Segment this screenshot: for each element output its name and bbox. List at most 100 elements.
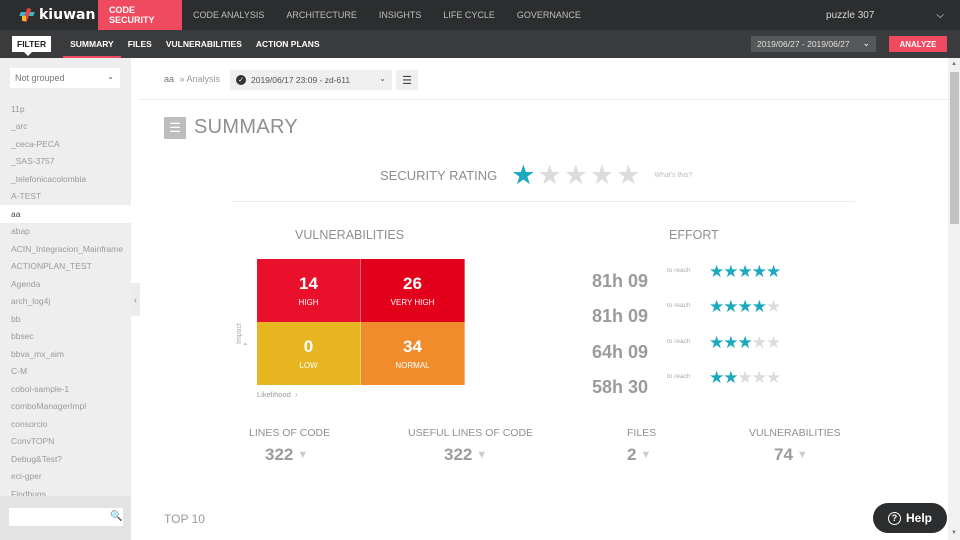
star-icon: ★: [751, 297, 767, 316]
star-icon: ★: [737, 262, 753, 281]
metric-lines-of-code: LINES OF CODE 322 ▼: [249, 427, 330, 465]
analyze-button[interactable]: ANALYZE: [889, 36, 947, 52]
divider: [140, 99, 948, 100]
grouping-select[interactable]: Not grouped ⌄: [10, 68, 120, 88]
star-icon: ★: [751, 368, 767, 387]
star-icon: ★: [766, 297, 781, 316]
scroll-up-arrow-icon[interactable]: ▲: [951, 61, 957, 67]
metric-value[interactable]: 74 ▼: [774, 445, 841, 465]
main-content: aa » Analysis ✓ 2019/06/17 23:09 - zd-61…: [140, 58, 948, 540]
top10-title: TOP 10: [164, 512, 205, 526]
nav-architecture[interactable]: ARCHITECTURE: [275, 0, 368, 30]
star-icon: ★: [737, 297, 753, 316]
date-range-select[interactable]: 2019/06/27 - 2019/06/27 ⌄: [751, 36, 876, 52]
project-item[interactable]: 11p: [0, 100, 131, 118]
project-item[interactable]: _arc: [0, 118, 131, 136]
analysis-value: 2019/06/17 23:09 - zd-611: [251, 75, 351, 85]
project-item[interactable]: bb: [0, 310, 131, 328]
tab-summary[interactable]: SUMMARY: [63, 30, 121, 58]
metric-value[interactable]: 322 ▼: [265, 445, 330, 465]
effort-stars: ★★★★★: [709, 333, 781, 353]
effort-time: 81h 09: [592, 306, 649, 326]
nav-code-analysis[interactable]: CODE ANALYSIS: [182, 0, 275, 30]
cell-low[interactable]: 0 LOW: [257, 322, 361, 385]
search-icon[interactable]: 🔍: [110, 511, 122, 522]
filter-button[interactable]: FILTER: [12, 36, 52, 56]
chevron-left-icon: ‹: [134, 294, 137, 305]
tab-files[interactable]: FILES: [121, 30, 159, 58]
star-icon: ★: [737, 368, 753, 387]
nav-code-security[interactable]: CODE SECURITY: [98, 0, 182, 30]
sidebar: Not grouped ⌄ 11p _arc _ceca-PECA _SAS-3757…: [0, 58, 131, 540]
project-item[interactable]: aa: [0, 205, 131, 223]
chevron-right-icon: ›: [292, 390, 298, 399]
tab-vulnerabilities[interactable]: VULNERABILITIES: [159, 30, 249, 58]
star-icon: ★: [723, 262, 738, 281]
effort-time: 81h 09: [592, 271, 649, 291]
scrollbar[interactable]: ▲ ▼: [948, 58, 960, 540]
cell-high[interactable]: 14 HIGH: [257, 259, 361, 322]
project-item[interactable]: cobol-sample-1: [0, 380, 131, 398]
collapse-sidebar-button[interactable]: ‹: [131, 283, 140, 316]
scroll-thumb[interactable]: [950, 72, 959, 224]
security-rating: SECURITY RATING ★★★★★ What's this?: [380, 162, 692, 189]
project-item[interactable]: ConvTOPN: [0, 433, 131, 451]
caret-down-icon: ▼: [796, 449, 808, 461]
star-icon: ★: [589, 160, 615, 190]
brand-name: kiuwan: [39, 7, 96, 23]
star-icon: ★: [751, 262, 767, 281]
scroll-down-arrow-icon[interactable]: ▼: [951, 530, 957, 536]
project-item[interactable]: arch_log4j: [0, 293, 131, 311]
effort-time: 58h 30: [592, 377, 649, 397]
cell-very-high[interactable]: 26 VERY HIGH: [361, 259, 465, 322]
security-rating-stars: ★★★★★: [511, 162, 642, 189]
project-item[interactable]: Debug&Test?: [0, 450, 131, 468]
metric-value[interactable]: 322 ▼: [444, 445, 533, 465]
project-item[interactable]: eci-gper: [0, 468, 131, 486]
star-icon: ★: [563, 160, 588, 190]
user-menu[interactable]: puzzle 307 ⌵: [826, 0, 944, 30]
sub-bar: FILTER SUMMARY FILES VULNERABILITIES ACT…: [0, 30, 960, 58]
tab-action-plans[interactable]: ACTION PLANS: [249, 30, 327, 58]
project-item[interactable]: _ceca-PECA: [0, 135, 131, 153]
project-item[interactable]: bbsec: [0, 328, 131, 346]
project-item[interactable]: C-M: [0, 363, 131, 381]
metric-vulnerabilities: VULNERABILITIES 74 ▼: [749, 427, 841, 465]
project-item[interactable]: consorcio: [0, 415, 131, 433]
nav-governance[interactable]: GOVERNANCE: [506, 0, 592, 30]
star-icon: ★: [709, 297, 724, 316]
breadcrumb-project[interactable]: aa: [164, 74, 174, 84]
nav-life-cycle[interactable]: LIFE CYCLE: [432, 0, 506, 30]
metric-value-text: 2: [627, 445, 637, 464]
project-item[interactable]: _SAS-3757: [0, 153, 131, 171]
project-search-input[interactable]: [9, 508, 123, 526]
nav-insights[interactable]: INSIGHTS: [368, 0, 433, 30]
metric-value[interactable]: 2 ▼: [627, 445, 656, 465]
project-item[interactable]: comboManagerImpl: [0, 398, 131, 416]
whats-this-link[interactable]: What's this?: [654, 172, 692, 179]
help-button[interactable]: ? Help: [873, 503, 947, 533]
cell-normal[interactable]: 34 NORMAL: [361, 322, 465, 385]
normal-count: 34: [403, 337, 422, 356]
star-icon: ★: [537, 160, 562, 190]
project-item[interactable]: abap: [0, 223, 131, 241]
metric-label: FILES: [627, 427, 657, 439]
project-item[interactable]: A-TEST: [0, 188, 131, 206]
project-item[interactable]: ACTIONPLAN_TEST: [0, 258, 131, 276]
project-item[interactable]: ACIN_Integracion_Mainframe: [0, 240, 131, 258]
high-label: HIGH: [298, 298, 319, 307]
analysis-select[interactable]: ✓ 2019/06/17 23:09 - zd-611 ⌄: [230, 70, 392, 90]
chevron-up-icon: ⌃: [242, 342, 249, 351]
effort-stars: ★★★★★: [709, 297, 781, 317]
project-item[interactable]: bbva_mx_aim: [0, 345, 131, 363]
project-item[interactable]: _telefonicacolombia: [0, 170, 131, 188]
effort-note: to reach: [667, 302, 691, 309]
analysis-menu-button[interactable]: ☰: [396, 70, 418, 90]
vulnerabilities-title: VULNERABILITIES: [295, 228, 405, 242]
star-icon: ★: [709, 333, 724, 352]
project-item[interactable]: Agenda: [0, 275, 131, 293]
very-high-count: 26: [403, 274, 422, 293]
metric-files: FILES 2 ▼: [627, 427, 656, 465]
logo[interactable]: kiuwan: [0, 0, 98, 30]
likelihood-axis-label: Likelihood ›: [257, 390, 297, 399]
